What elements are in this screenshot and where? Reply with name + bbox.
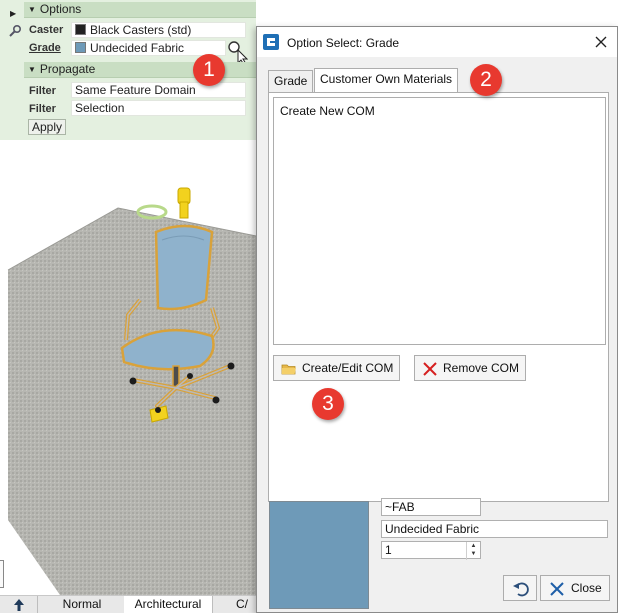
propagate-header-label: Propagate	[39, 62, 96, 76]
red-x-icon	[423, 362, 437, 376]
filter2-value[interactable]: Selection	[71, 100, 246, 116]
filter1-value[interactable]: Same Feature Domain	[71, 82, 246, 98]
spin-up-icon[interactable]: ▲	[467, 542, 480, 550]
caster-wheel	[187, 373, 193, 379]
screen: ▶ ▼ Options Caster Black Casters (std) Gr…	[0, 0, 618, 613]
caster-value[interactable]: Black Casters (std)	[71, 22, 246, 38]
chair-backrest	[154, 224, 214, 311]
up-arrow-icon	[13, 599, 24, 611]
options-section-header[interactable]: ▼ Options	[24, 2, 256, 18]
caster-value-text: Black Casters (std)	[90, 23, 192, 37]
caster-wheel	[212, 396, 220, 404]
grade-swatch	[75, 42, 86, 53]
tab-grade[interactable]: Grade	[268, 70, 314, 92]
name-field[interactable]: Undecided Fabric	[381, 520, 608, 538]
app-logo-icon	[263, 34, 279, 50]
com-list[interactable]: Create New COM	[273, 97, 606, 345]
spin-down-icon[interactable]: ▼	[467, 550, 480, 558]
expand-arrow-icon[interactable]: ▶	[10, 9, 16, 18]
filter1-label: Filter	[29, 85, 56, 97]
view-tab-bar: Normal Architectural C/	[0, 595, 256, 613]
com-tab-panel: Create New COM Create/Edit COM Remove CO…	[268, 92, 609, 502]
fabric-preview-swatch	[269, 501, 369, 609]
close-button[interactable]: Close	[540, 575, 610, 601]
quantity-stepper[interactable]: 1 ▲ ▼	[381, 541, 481, 560]
tab-customer-own-materials[interactable]: Customer Own Materials	[314, 68, 459, 92]
close-blue-x-icon	[550, 582, 564, 596]
dialog-title: Option Select: Grade	[287, 36, 400, 50]
3d-viewport[interactable]	[0, 140, 257, 595]
magnifier-cursor-icon[interactable]	[226, 40, 248, 64]
quantity-value: 1	[385, 543, 392, 557]
undo-button[interactable]	[503, 575, 537, 601]
viewport-side-marker	[0, 560, 4, 588]
options-header-label: Options	[39, 2, 82, 16]
collapse-triangle-icon: ▼	[28, 65, 36, 74]
caster-label: Caster	[29, 24, 64, 36]
panel-side-strip	[0, 0, 8, 140]
caster-wheel	[129, 377, 137, 385]
callout-badge-3: 3	[312, 388, 344, 420]
folder-icon	[281, 364, 296, 375]
tab-truncated[interactable]: C/	[236, 596, 256, 613]
remove-com-button[interactable]: Remove COM	[414, 355, 527, 381]
grade-value[interactable]: Undecided Fabric	[71, 40, 226, 56]
remove-com-label: Remove COM	[443, 361, 520, 375]
create-edit-com-label: Create/Edit COM	[302, 361, 394, 375]
wrench-icon[interactable]	[8, 24, 22, 38]
undo-icon	[513, 582, 529, 597]
create-edit-com-button[interactable]: Create/Edit COM	[273, 355, 401, 381]
viewport-canvas[interactable]	[0, 140, 257, 595]
collapse-triangle-icon: ▼	[28, 5, 36, 14]
callout-badge-2: 2	[470, 64, 502, 96]
tab-normal[interactable]: Normal	[40, 596, 124, 613]
caster-swatch	[75, 24, 86, 35]
grade-value-text: Undecided Fabric	[90, 41, 185, 55]
dialog-body: Grade Customer Own Materials Create New …	[257, 57, 617, 612]
up-arrow-button[interactable]	[0, 596, 38, 613]
close-icon[interactable]	[594, 35, 608, 49]
code-field[interactable]: ~FAB	[381, 498, 481, 516]
grade-label[interactable]: Grade	[29, 42, 61, 54]
tab-separator	[212, 596, 213, 613]
list-item[interactable]: Create New COM	[280, 104, 375, 118]
option-select-dialog: Option Select: Grade Grade Customer Own …	[256, 26, 618, 613]
filter2-label: Filter	[29, 103, 56, 115]
tab-architectural[interactable]: Architectural	[124, 596, 212, 613]
close-button-label: Close	[571, 581, 602, 595]
caster-wheel	[227, 362, 235, 370]
apply-button[interactable]: Apply	[28, 119, 67, 135]
quantity-spinner[interactable]: ▲ ▼	[466, 542, 480, 560]
caster-wheel	[155, 407, 161, 413]
callout-badge-1: 1	[193, 54, 225, 86]
